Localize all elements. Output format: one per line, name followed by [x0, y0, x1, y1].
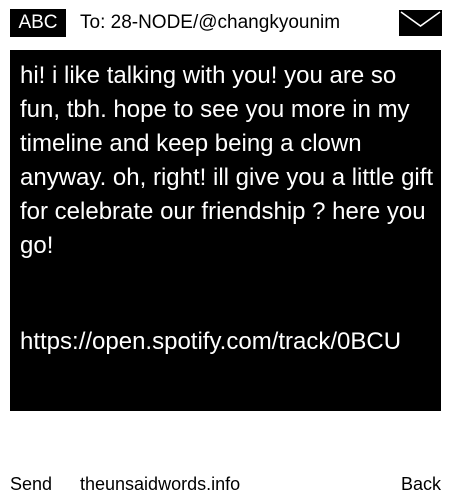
footer-bar: Send theunsaidwords.info Back [0, 470, 450, 498]
send-button[interactable]: Send [10, 470, 52, 498]
header-bar: ABC To: 28-NODE/@changkyounim [0, 0, 450, 46]
message-box[interactable]: hi! i like talking with you! you are so … [10, 50, 441, 411]
back-button[interactable]: Back [401, 470, 441, 498]
recipient-label: To: 28-NODE/@changkyounim [80, 12, 341, 33]
message-body: hi! i like talking with you! you are so … [20, 62, 440, 259]
envelope-icon [399, 10, 442, 36]
input-mode-badge[interactable]: ABC [10, 9, 66, 37]
site-link[interactable]: theunsaidwords.info [80, 470, 240, 498]
message-link[interactable]: https://open.spotify.com/track/0BCU [20, 325, 401, 359]
